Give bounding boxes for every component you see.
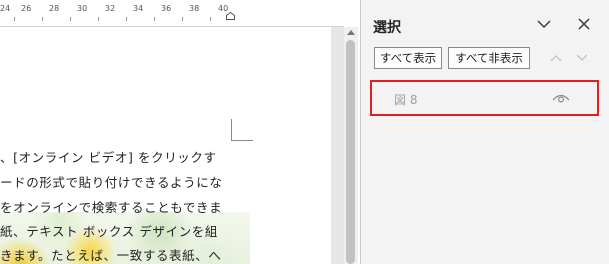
body-text-line: きます。たとえば、一致する表紙、へ [0,248,222,263]
body-text-line: ードの形式で貼り付けできるようにな [0,175,223,190]
ruler-number: 30 [77,4,88,13]
document-page[interactable]: 、[オンライン ビデオ] をクリックす ードの形式で貼り付けできるようにな をオ… [0,27,331,264]
ruler-number: 34 [133,4,144,13]
ruler-number: 24 [0,4,11,13]
body-text-line: 紙、テキスト ボックス デザインを組 [0,224,218,239]
item-label[interactable]: 図 8 [394,91,417,108]
ruler-number: 38 [189,4,200,13]
body-text-line: をオンラインで検索することもできま [0,200,223,215]
eye-icon[interactable] [552,92,570,104]
text-boundary-corner [231,119,232,141]
ruler-tick [210,17,211,21]
ruler-tick [42,17,43,21]
chevron-down-icon[interactable] [536,16,552,32]
text-boundary-corner-line [231,140,253,141]
right-indent-marker-icon[interactable] [226,12,235,20]
document-area: 24 26 28 30 32 34 36 38 40 、[オンライン ビデオ] … [0,0,344,264]
hide-all-button[interactable]: すべて非表示 [448,47,530,69]
ruler-tick [126,17,127,21]
scroll-up-arrow-icon[interactable] [347,30,355,35]
body-text-line: 、[オンライン ビデオ] をクリックす [0,150,217,165]
ruler-tick [182,17,183,21]
ruler-number: 32 [105,4,116,13]
pane-title: 選択 [373,20,401,36]
selection-list-item[interactable]: 図 8 [370,80,599,116]
send-backward-icon[interactable] [576,53,588,63]
show-all-button[interactable]: すべて表示 [374,47,442,69]
ruler-number: 36 [161,4,172,13]
selection-pane: 選択 すべて表示 すべて非表示 図 8 [361,0,609,264]
ruler-tick [14,17,15,21]
ruler-tick [70,17,71,21]
horizontal-ruler[interactable]: 24 26 28 30 32 34 36 38 40 [0,0,344,27]
ruler-tick [154,17,155,21]
close-icon[interactable] [576,16,592,32]
ruler-number: 26 [21,4,32,13]
bring-forward-icon[interactable] [550,53,562,63]
ruler-tick [98,17,99,21]
scrollbar-thumb[interactable] [346,40,355,264]
ruler-number: 28 [49,4,60,13]
